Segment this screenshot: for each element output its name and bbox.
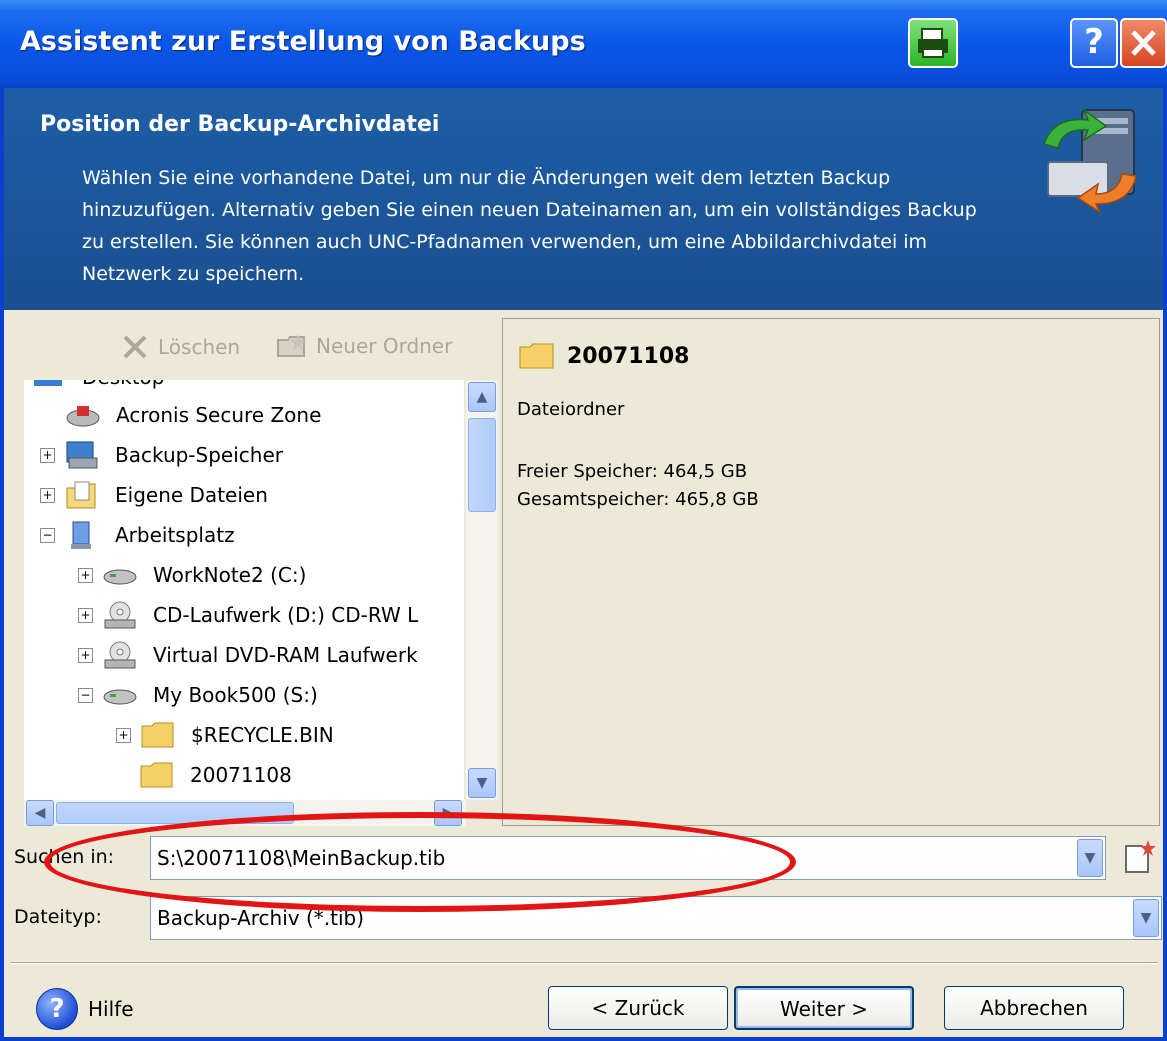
expand-toggle[interactable]: + xyxy=(40,487,55,503)
selected-folder-name: 20071108 xyxy=(567,343,690,369)
path-value: S:\20071108\MeinBackup.tib xyxy=(157,846,446,870)
help-button[interactable]: ? Hilfe xyxy=(36,988,134,1030)
tree-item-label: Virtual DVD-RAM Laufwerk xyxy=(153,643,418,667)
new-folder-icon xyxy=(277,334,306,357)
my-documents-icon xyxy=(63,480,101,510)
tree-horizontal-scrollbar[interactable]: ◀ ▶ xyxy=(24,800,466,826)
tree-item-20071108[interactable]: 20071108 xyxy=(138,756,292,794)
vertical-scroll-thumb[interactable] xyxy=(468,418,496,512)
window-title: Assistent zur Erstellung von Backups xyxy=(20,26,586,57)
step-description: Wählen Sie eine vorhandene Datei, um nur… xyxy=(82,167,977,285)
total-space: Gesamtspeicher: 465,8 GB xyxy=(517,489,759,510)
file-type-select[interactable]: Backup-Archiv (*.tib) ▼ xyxy=(150,896,1162,940)
tree-item-label: CD-Laufwerk (D:) CD-RW L xyxy=(153,603,419,627)
delete-icon xyxy=(123,335,147,359)
search-in-label: Suchen in: xyxy=(14,846,115,868)
file-type-dropdown-button[interactable]: ▼ xyxy=(1133,899,1159,937)
scroll-left-button[interactable]: ◀ xyxy=(26,800,54,826)
delete-label: Löschen xyxy=(158,335,241,359)
title-bar[interactable]: Assistent zur Erstellung von Backups ? xyxy=(0,0,1167,88)
step-title: Position der Backup-Archivdatei xyxy=(40,112,440,137)
backup-storage-icon xyxy=(63,440,101,470)
tree-item-virtual-dvd[interactable]: + Virtual DVD-RAM Laufwerk xyxy=(78,636,418,674)
tree-item-label: Backup-Speicher xyxy=(115,443,283,467)
new-file-button[interactable] xyxy=(1118,838,1158,878)
scroll-up-button[interactable]: ▲ xyxy=(468,382,496,412)
expand-toggle[interactable]: + xyxy=(116,727,131,743)
tree-item-label: WorkNote2 (C:) xyxy=(153,563,307,587)
tree-item-recycle-bin[interactable]: + $RECYCLE.BIN xyxy=(116,716,334,754)
free-space: Freier Speicher: 464,5 GB xyxy=(517,461,748,482)
new-folder-label: Neuer Ordner xyxy=(316,334,453,358)
tree-item-cd-laufwerk[interactable]: + CD-Laufwerk (D:) CD-RW L xyxy=(78,596,418,634)
tree-item-label: Arbeitsplatz xyxy=(115,523,235,547)
tree-item-label: 20071108 xyxy=(190,763,292,787)
new-folder-button[interactable]: Neuer Ordner xyxy=(276,332,452,360)
back-button[interactable]: < Zurück xyxy=(548,986,728,1030)
scroll-down-button[interactable]: ▼ xyxy=(468,768,496,798)
tree-item-acronis-secure-zone[interactable]: Acronis Secure Zone xyxy=(64,396,321,434)
next-button[interactable]: Weiter > xyxy=(734,986,914,1030)
computer-icon xyxy=(63,520,101,550)
tree-item-arbeitsplatz[interactable]: − Arbeitsplatz xyxy=(40,516,235,554)
file-type-value: Backup-Archiv (*.tib) xyxy=(157,906,365,930)
help-icon: ? xyxy=(36,988,78,1030)
backup-wizard-icon xyxy=(1043,107,1137,214)
expand-toggle[interactable]: − xyxy=(40,527,55,543)
horizontal-scroll-thumb[interactable] xyxy=(56,802,294,824)
selected-folder-title: 20071108 xyxy=(517,341,689,371)
tree-item-label: Desktop xyxy=(82,380,164,389)
print-button[interactable] xyxy=(908,18,958,68)
path-dropdown-button[interactable]: ▼ xyxy=(1077,839,1103,877)
expand-toggle[interactable]: + xyxy=(40,447,55,463)
folder-tree[interactable]: Desktop Acronis Secure Zone + Backup-Spe… xyxy=(24,380,464,800)
folder-icon xyxy=(138,760,176,790)
footer-separator xyxy=(10,962,1158,964)
delete-button[interactable]: Löschen xyxy=(120,332,240,362)
close-icon xyxy=(1131,30,1156,56)
details-pane: 20071108 Dateiordner Freier Speicher: 46… xyxy=(502,318,1160,826)
path-input[interactable]: S:\20071108\MeinBackup.tib ▼ xyxy=(150,836,1106,880)
hard-drive-icon xyxy=(101,680,139,710)
tree-vertical-scrollbar[interactable]: ▲ ▼ xyxy=(466,380,498,800)
expand-toggle[interactable]: − xyxy=(78,687,93,703)
folder-browser: Löschen Neuer Ordner Desktop Acronis Sec… xyxy=(10,318,498,826)
tree-item-backup-speicher[interactable]: + Backup-Speicher xyxy=(40,436,283,474)
wizard-header: Position der Backup-Archivdatei Wählen S… xyxy=(4,88,1163,310)
cancel-button[interactable]: Abbrechen xyxy=(944,986,1124,1030)
desktop-icon xyxy=(30,380,68,392)
tree-item-label: Eigene Dateien xyxy=(115,483,268,507)
tree-item-eigene-dateien[interactable]: + Eigene Dateien xyxy=(40,476,268,514)
close-button[interactable] xyxy=(1120,18,1167,68)
tree-item-label: $RECYCLE.BIN xyxy=(191,723,334,747)
tree-item-desktop[interactable]: Desktop xyxy=(30,380,164,396)
folder-icon xyxy=(519,343,554,369)
dvd-drive-icon xyxy=(101,640,139,670)
hard-drive-icon xyxy=(101,560,139,590)
folder-icon xyxy=(139,720,177,750)
tree-item-worknote2[interactable]: + WorkNote2 (C:) xyxy=(78,556,306,594)
expand-toggle[interactable]: + xyxy=(78,567,93,583)
help-label: Hilfe xyxy=(88,997,134,1021)
file-type-label: Dateityp: xyxy=(14,906,102,928)
secure-zone-icon xyxy=(64,400,102,430)
expand-toggle[interactable]: + xyxy=(78,607,93,623)
folder-type: Dateiordner xyxy=(517,399,625,420)
tree-item-my-book500[interactable]: − My Book500 (S:) xyxy=(78,676,318,714)
tree-item-label: Acronis Secure Zone xyxy=(116,403,322,427)
scroll-right-button[interactable]: ▶ xyxy=(434,800,462,826)
tree-item-label: My Book500 (S:) xyxy=(153,683,318,707)
title-help-button[interactable]: ? xyxy=(1070,18,1118,68)
new-file-icon xyxy=(1125,840,1156,873)
expand-toggle[interactable]: + xyxy=(78,647,93,663)
printer-icon xyxy=(918,28,948,58)
cd-drive-icon xyxy=(101,600,139,630)
